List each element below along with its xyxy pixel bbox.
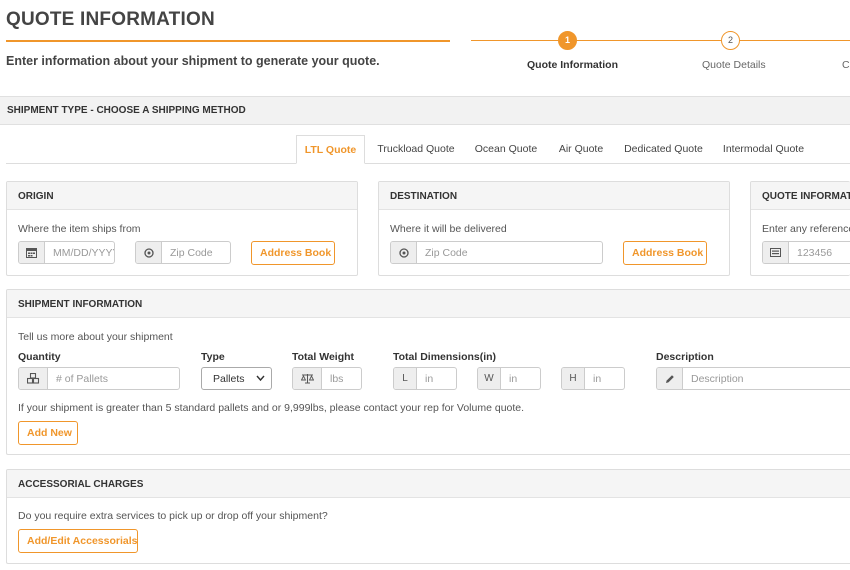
shipment-info-title: SHIPMENT INFORMATION xyxy=(18,299,143,310)
width-input[interactable] xyxy=(501,368,540,389)
destination-zip-group xyxy=(390,241,603,264)
accessorial-title: ACCESSORIAL CHARGES xyxy=(18,479,144,490)
destination-panel: DESTINATION Where it will be delivered A… xyxy=(378,181,730,276)
height-group: H xyxy=(561,367,625,390)
chevron-down-icon xyxy=(256,371,265,385)
destination-address-book-button[interactable]: Address Book xyxy=(623,241,707,265)
length-group: L xyxy=(393,367,457,390)
quantity-input[interactable] xyxy=(48,368,179,389)
description-group xyxy=(656,367,850,390)
height-input[interactable] xyxy=(585,368,624,389)
quote-info-hint: Enter any reference numbers xyxy=(762,223,850,235)
scale-icon xyxy=(293,368,322,389)
total-dimensions-label: Total Dimensions(in) xyxy=(393,351,497,363)
stepper-line xyxy=(471,40,850,41)
length-addon: L xyxy=(394,368,417,389)
quantity-label: Quantity xyxy=(18,351,61,363)
width-group: W xyxy=(477,367,541,390)
quote-info-panel: QUOTE INFORMATION Enter any reference nu… xyxy=(750,181,850,276)
shipment-type-label: SHIPMENT TYPE - CHOOSE A SHIPPING METHOD xyxy=(7,105,246,116)
origin-panel: ORIGIN Where the item ships from Address… xyxy=(6,181,358,276)
height-addon: H xyxy=(562,368,585,389)
step-3-label: Co xyxy=(842,59,850,71)
page-subtitle: Enter information about your shipment to… xyxy=(6,54,380,68)
id-card-icon xyxy=(763,242,789,263)
type-label: Type xyxy=(201,351,225,363)
description-input[interactable] xyxy=(683,368,850,389)
page-title: QUOTE INFORMATION xyxy=(6,9,215,30)
title-underline xyxy=(6,40,450,42)
destination-zip-input[interactable] xyxy=(417,242,602,263)
calendar-icon xyxy=(19,242,45,263)
type-selected-value: Pallets xyxy=(213,373,245,385)
reference-group xyxy=(762,241,850,264)
description-label: Description xyxy=(656,351,714,363)
tab-ltl-quote[interactable]: LTL Quote xyxy=(296,135,365,164)
origin-zip-group xyxy=(135,241,231,264)
accessorial-panel: ACCESSORIAL CHARGES Do you require extra… xyxy=(6,469,850,564)
quantity-group xyxy=(18,367,180,390)
origin-title: ORIGIN xyxy=(18,191,54,202)
weight-input[interactable] xyxy=(322,368,361,389)
shipment-info-hint: Tell us more about your shipment xyxy=(18,331,173,343)
destination-hint: Where it will be delivered xyxy=(390,223,507,235)
shipment-type-band: SHIPMENT TYPE - CHOOSE A SHIPPING METHOD xyxy=(0,96,850,125)
location-pin-icon xyxy=(391,242,417,263)
tab-truckload-quote[interactable]: Truckload Quote xyxy=(374,135,458,164)
add-edit-accessorials-button[interactable]: Add/Edit Accessorials xyxy=(18,529,138,553)
origin-address-book-button[interactable]: Address Book xyxy=(251,241,335,265)
volume-note: If your shipment is greater than 5 stand… xyxy=(18,402,525,414)
tab-intermodal-quote[interactable]: Intermodal Quote xyxy=(719,135,808,164)
step-2-indicator: 2 xyxy=(721,31,740,50)
origin-hint: Where the item ships from xyxy=(18,223,141,235)
type-select[interactable]: Pallets xyxy=(201,367,272,390)
location-pin-icon xyxy=(136,242,162,263)
step-1-indicator: 1 xyxy=(558,31,577,50)
length-input[interactable] xyxy=(417,368,456,389)
pencil-icon xyxy=(657,368,683,389)
reference-input[interactable] xyxy=(789,242,850,263)
origin-zip-input[interactable] xyxy=(162,242,230,263)
step-2-label: Quote Details xyxy=(702,59,766,71)
origin-date-input[interactable] xyxy=(45,242,114,263)
tab-dedicated-quote[interactable]: Dedicated Quote xyxy=(620,135,707,164)
width-addon: W xyxy=(478,368,501,389)
total-weight-label: Total Weight xyxy=(292,351,355,363)
destination-title: DESTINATION xyxy=(390,191,458,202)
origin-date-group xyxy=(18,241,115,264)
cubes-icon xyxy=(19,368,48,389)
tab-air-quote[interactable]: Air Quote xyxy=(555,135,607,164)
shipment-info-panel: SHIPMENT INFORMATION Tell us more about … xyxy=(6,289,850,455)
accessorial-hint: Do you require extra services to pick up… xyxy=(18,510,328,522)
step-1-label: Quote Information xyxy=(527,59,618,71)
tab-ocean-quote[interactable]: Ocean Quote xyxy=(470,135,542,164)
add-new-button[interactable]: Add New xyxy=(18,421,78,445)
quote-info-title: QUOTE INFORMATION xyxy=(762,191,850,202)
weight-group xyxy=(292,367,362,390)
